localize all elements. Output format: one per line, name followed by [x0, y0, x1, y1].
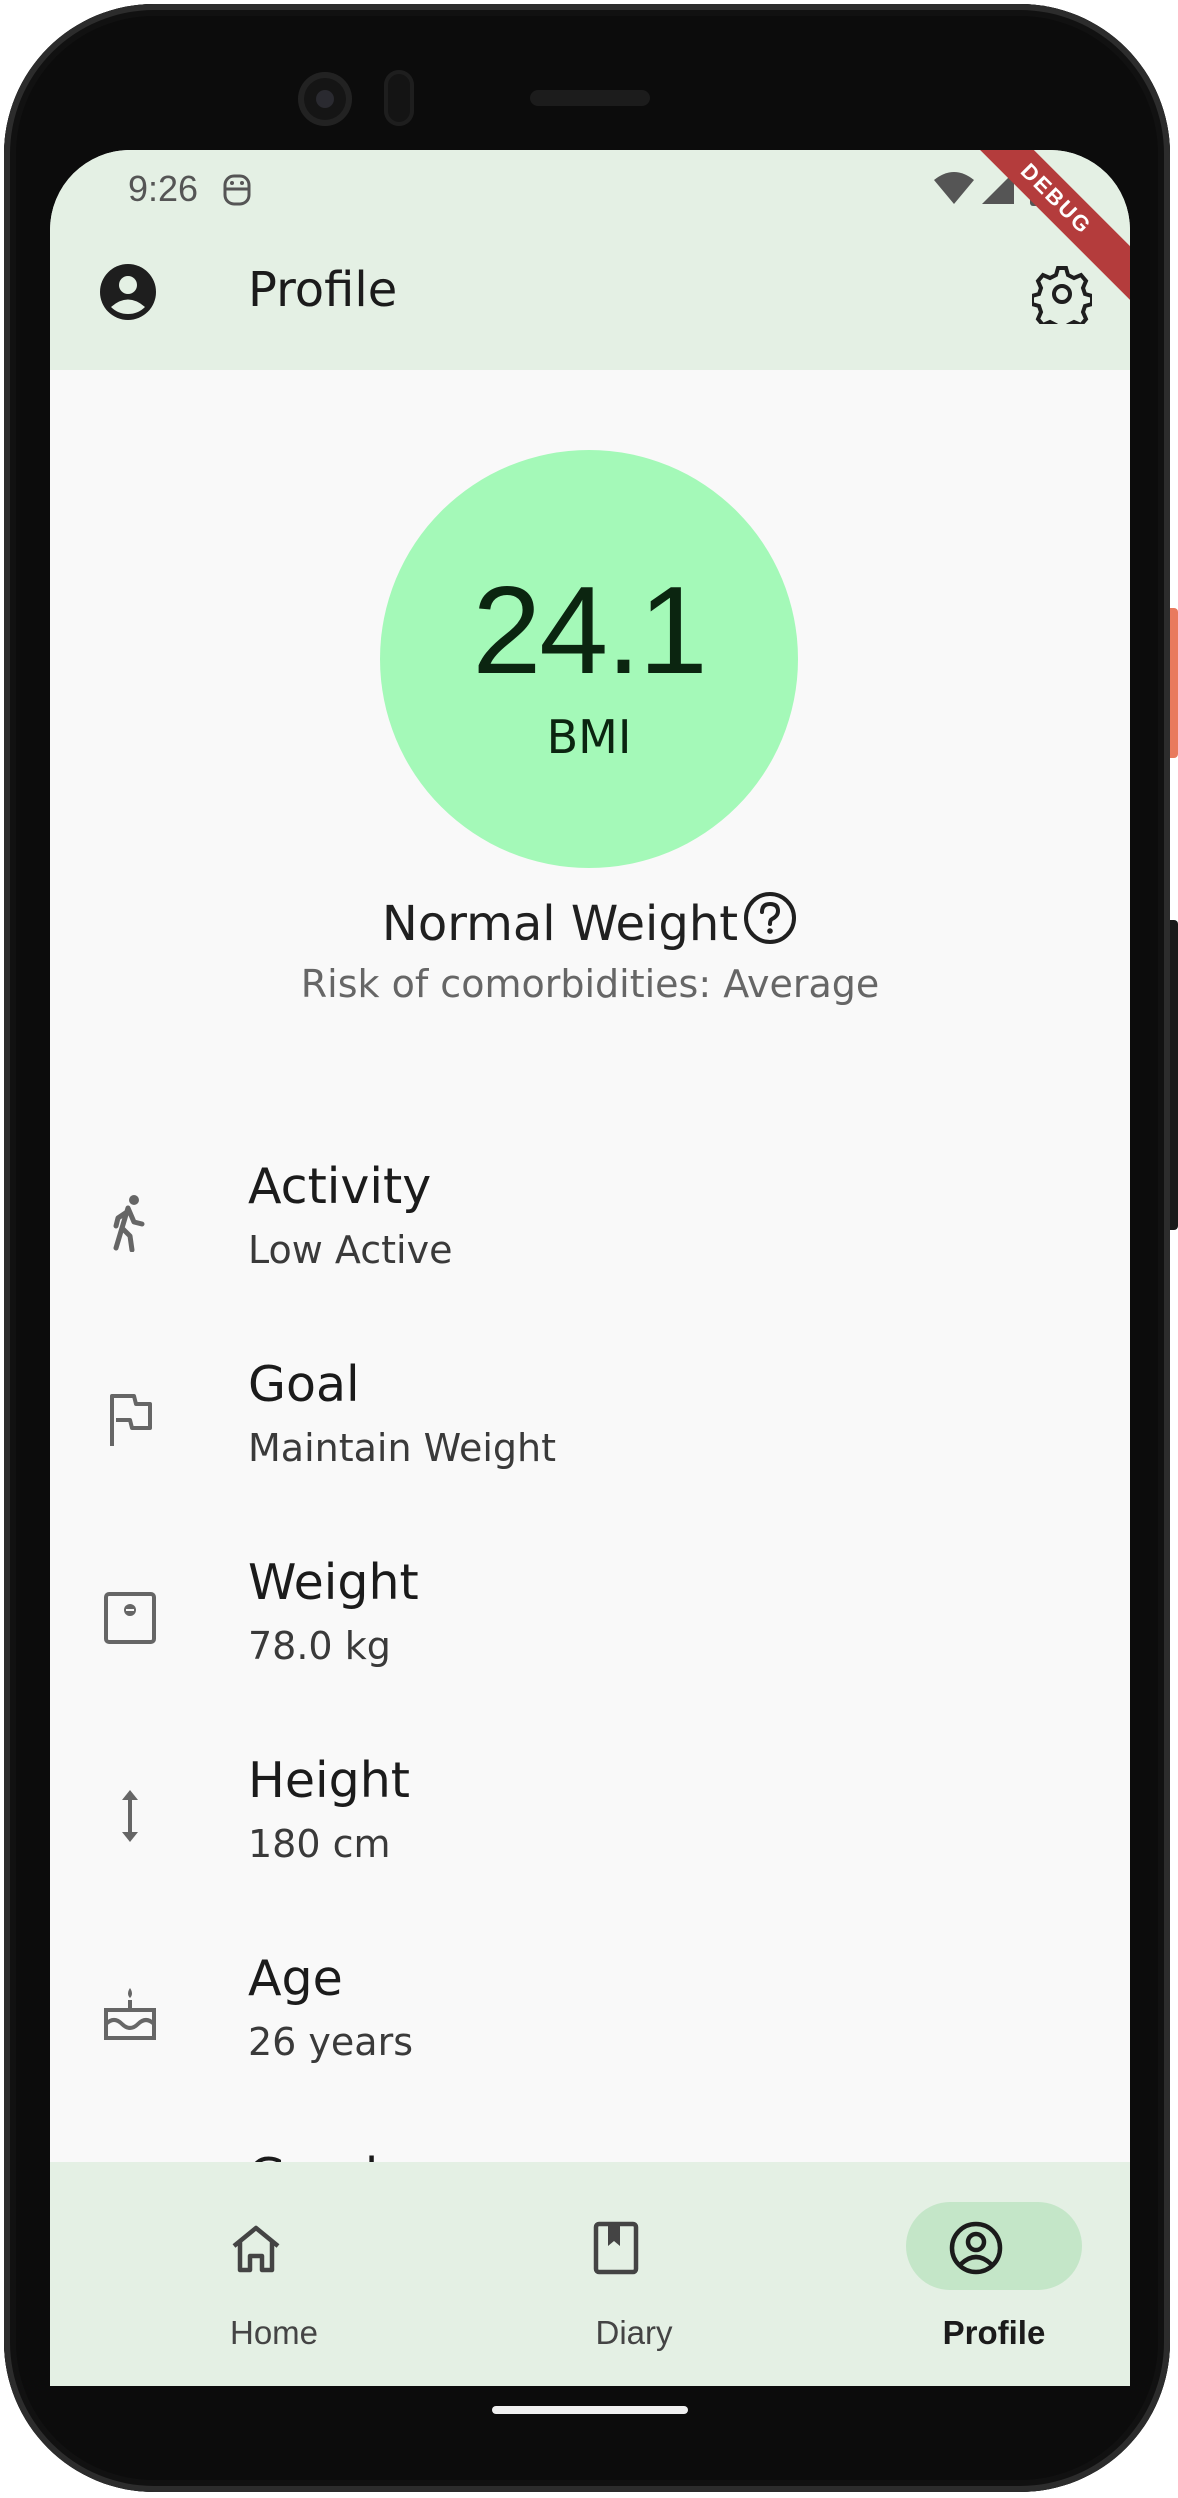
app-header: 9:26 DEBUG Profile: [50, 150, 1130, 370]
list-item-title: Goal: [248, 1356, 360, 1413]
list-item-goal[interactable]: Goal Maintain Weight: [50, 1318, 1130, 1508]
list-item-title: Height: [248, 1752, 410, 1809]
vertical-arrows-icon: [100, 1786, 160, 1850]
proximity-sensor: [384, 70, 414, 126]
nav-item-profile[interactable]: Profile: [860, 2202, 1082, 2362]
list-item-age[interactable]: Age 26 years: [50, 1912, 1130, 2102]
list-item-activity[interactable]: Activity Low Active: [50, 1120, 1130, 1310]
book-icon: [588, 2220, 644, 2280]
list-item-title: Activity: [248, 1158, 432, 1215]
home-icon: [228, 2220, 284, 2280]
phone-body: 9:26 DEBUG Profile 24.1 BMI Normal Weigh…: [4, 4, 1170, 2492]
debug-app-icon: [222, 170, 252, 214]
weight-classification: Normal Weight: [50, 890, 1130, 958]
list-item-value: 26 years: [248, 2020, 414, 2064]
screen: 9:26 DEBUG Profile 24.1 BMI Normal Weigh…: [50, 150, 1130, 2386]
page-title: Profile: [248, 262, 398, 318]
bmi-label: BMI: [546, 710, 632, 764]
bmi-circle: 24.1 BMI: [380, 450, 798, 868]
settings-gear-icon[interactable]: [1030, 264, 1094, 334]
account-circle-icon: [948, 2220, 1004, 2280]
cake-icon: [100, 1984, 160, 2048]
list-item-weight[interactable]: Weight 78.0 kg: [50, 1516, 1130, 1706]
nav-label: Diary: [595, 2314, 673, 2351]
list-item-value: Maintain Weight: [248, 1426, 557, 1470]
help-circle-icon[interactable]: [742, 890, 798, 958]
gesture-bar[interactable]: [492, 2406, 688, 2414]
list-item-value: 180 cm: [248, 1822, 391, 1866]
flag-icon: [100, 1390, 160, 1454]
status-time: 9:26: [128, 168, 199, 209]
weight-classification-text: Normal Weight: [381, 896, 739, 952]
nav-item-diary[interactable]: Diary: [500, 2202, 720, 2362]
front-camera: [298, 72, 352, 126]
bmi-value: 24.1: [472, 562, 707, 700]
nav-label: Home: [229, 2314, 319, 2351]
nav-item-home[interactable]: Home: [140, 2202, 360, 2362]
bottom-navigation: Home Diary Profile: [50, 2162, 1130, 2386]
walking-person-icon: [100, 1192, 160, 1256]
nav-label: Profile: [942, 2314, 1046, 2351]
phone-frame: 9:26 DEBUG Profile 24.1 BMI Normal Weigh…: [0, 0, 1178, 2498]
list-item-value: Low Active: [248, 1228, 453, 1272]
earpiece-speaker: [530, 90, 650, 106]
scale-icon: [100, 1588, 160, 1652]
list-item-value: 78.0 kg: [248, 1624, 391, 1668]
risk-text: Risk of comorbidities: Average: [300, 962, 880, 1006]
list-item-title: Age: [248, 1950, 343, 2007]
list-item-height[interactable]: Height 180 cm: [50, 1714, 1130, 1904]
account-circle-icon[interactable]: [98, 262, 158, 326]
list-item-title: Weight: [248, 1554, 419, 1611]
